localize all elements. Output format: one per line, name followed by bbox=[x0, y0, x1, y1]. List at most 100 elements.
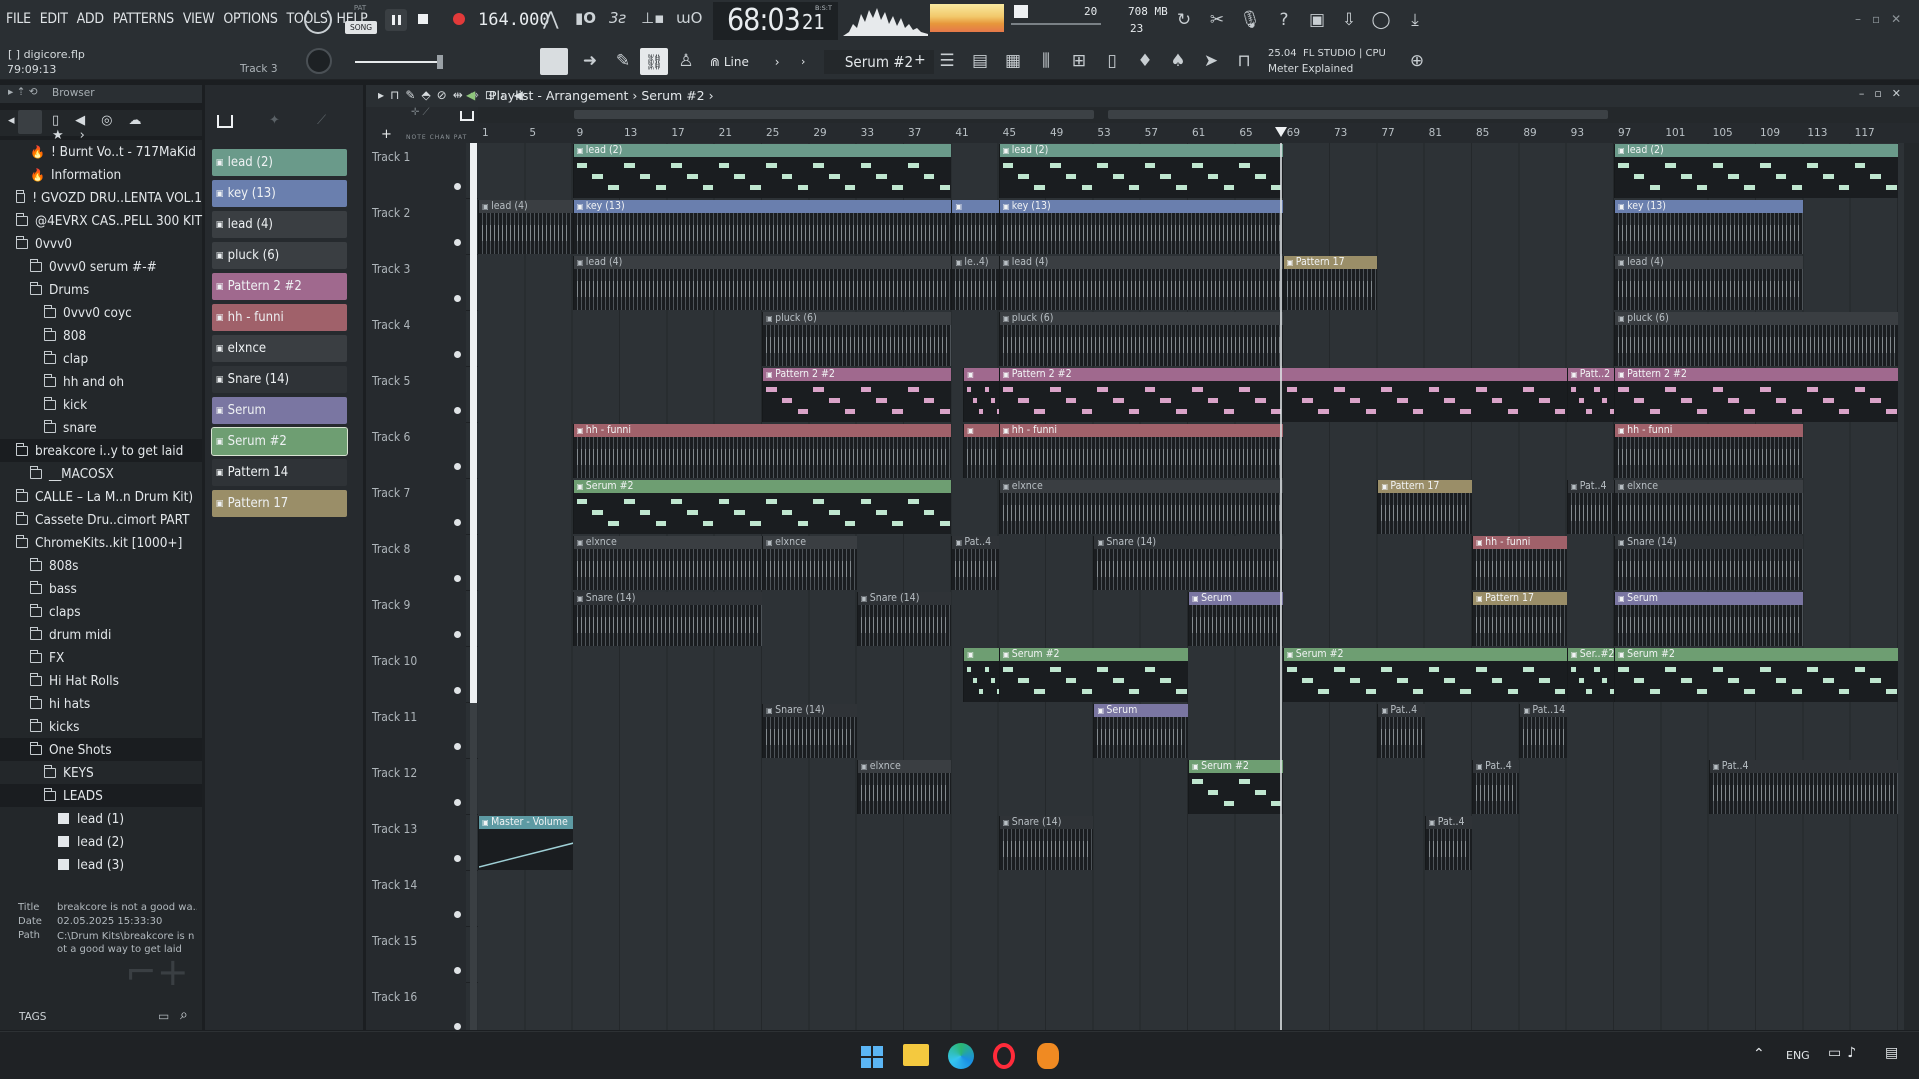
track-enable-dot[interactable] bbox=[454, 519, 461, 526]
playlist-window-controls[interactable]: –▫✕ bbox=[1859, 87, 1911, 100]
playlist-clip[interactable]: ▣ hh - funni bbox=[572, 424, 952, 478]
playlist-clip[interactable]: ▣ elxnce bbox=[572, 536, 762, 590]
playlist-clip[interactable]: ▣ Serum #2 bbox=[998, 648, 1188, 702]
browser-item[interactable]: Drums bbox=[0, 278, 202, 301]
picker-edit-icon[interactable]: ⟋ bbox=[317, 113, 326, 128]
notification-icon[interactable]: ▤ bbox=[1885, 1045, 1898, 1061]
browser-item[interactable]: __MACOSX bbox=[0, 462, 202, 485]
browser-item[interactable]: Hi Hat Rolls bbox=[0, 669, 202, 692]
browser-item[interactable]: KEYS bbox=[0, 761, 202, 784]
timeline-ruler[interactable]: 1 5 9 13 17 21 25 29 33 37 41 45 49 53 57 61 65 69 73 77 81 8… bbox=[478, 123, 1919, 143]
download-icon[interactable]: ⤓ bbox=[1402, 7, 1428, 33]
playlist-clip[interactable]: ▣ Pat..4 bbox=[1424, 816, 1472, 870]
playlist-clip[interactable]: ▣ Serum #2 bbox=[1282, 648, 1567, 702]
browser-item[interactable]: LEADS bbox=[0, 784, 202, 807]
chat-icon[interactable]: ◯ bbox=[1368, 7, 1394, 33]
menu-file[interactable]: FILE bbox=[6, 11, 31, 27]
playlist-clip[interactable]: ▣ Serum bbox=[1093, 704, 1188, 758]
piano-icon[interactable] bbox=[217, 115, 233, 128]
playlist-clip[interactable]: ▣ Snare (14) bbox=[762, 704, 857, 758]
browser-item[interactable]: ChromeKits..kit [1000+] bbox=[0, 531, 202, 554]
menu-edit[interactable]: EDIT bbox=[40, 11, 68, 27]
file-explorer-icon[interactable] bbox=[903, 1044, 929, 1066]
track-header[interactable]: Track 10 bbox=[366, 647, 477, 703]
playlist-clip[interactable]: ▣ bbox=[963, 368, 999, 422]
browser-item[interactable]: hh and oh bbox=[0, 370, 202, 393]
playlist-clip[interactable]: ▣ key (13) bbox=[1614, 200, 1804, 254]
playlist-clip[interactable]: ▣ Snare (14) bbox=[856, 592, 952, 646]
window-controls[interactable]: –▫✕ bbox=[1855, 12, 1912, 26]
playlist-clip[interactable]: ▣ Serum bbox=[1188, 592, 1283, 646]
browser-item[interactable]: claps bbox=[0, 600, 202, 623]
globe-icon[interactable]: ⊕ bbox=[1404, 48, 1430, 74]
track-enable-dot[interactable] bbox=[454, 575, 461, 582]
playhead-line[interactable] bbox=[1279, 143, 1282, 1030]
countdown-icon[interactable]: 3ƨ bbox=[609, 9, 626, 27]
menu-patterns[interactable]: PATTERNS bbox=[113, 11, 174, 27]
file-icon[interactable]: ▯ bbox=[1099, 48, 1125, 74]
browser-item[interactable]: lead (3) bbox=[0, 853, 202, 876]
browser-item[interactable]: 0vvv0 bbox=[0, 232, 202, 255]
pattern-item[interactable]: ▣ Pattern 17 bbox=[212, 490, 347, 517]
playlist-clip[interactable]: ▣ hh - funni bbox=[998, 424, 1283, 478]
playlist-clip[interactable]: ▣ Pattern 17 bbox=[1472, 592, 1567, 646]
track-enable-dot[interactable] bbox=[454, 463, 461, 470]
playlist-clip[interactable]: ▣ lead (2) bbox=[572, 144, 952, 198]
master-volume-knob[interactable] bbox=[306, 48, 332, 74]
browser-item[interactable]: ! GVOZD DRU..LENTA VOL.1 bbox=[0, 186, 202, 209]
playlist-clip[interactable]: ▣ elxnce bbox=[762, 536, 857, 590]
track-lane[interactable] bbox=[478, 983, 1919, 1030]
recording-clock-icon[interactable] bbox=[304, 6, 332, 34]
playlist-clip[interactable]: ▣ hh - funni bbox=[1614, 424, 1804, 478]
browser-collapse-icon[interactable]: ◂ bbox=[8, 113, 15, 128]
track-header[interactable]: Track 16 bbox=[366, 983, 477, 1030]
playlist-clip[interactable]: ▣ Snare (14) bbox=[572, 592, 762, 646]
track-enable-dot[interactable] bbox=[454, 631, 461, 638]
playlist-clip[interactable]: ▣ Pat..4 bbox=[1472, 760, 1520, 814]
arrow-right-icon[interactable]: ➜ bbox=[577, 48, 603, 74]
plugin-icon[interactable]: ♦ bbox=[1132, 48, 1158, 74]
track-header[interactable]: Track 6 bbox=[366, 423, 477, 479]
wait-input-icon[interactable]: ▮O bbox=[575, 9, 596, 27]
playlist-clip[interactable]: ▣ Snare (14) bbox=[1614, 536, 1804, 590]
playlist-clip[interactable]: ▣ Serum #2 bbox=[1188, 760, 1283, 814]
loop-record-icon[interactable]: ɯO bbox=[676, 9, 702, 27]
picker-mode-icon[interactable]: ✦ bbox=[269, 113, 280, 128]
track-enable-dot[interactable] bbox=[454, 799, 461, 806]
browser-item[interactable]: breakcore i..y to get laid bbox=[0, 439, 202, 462]
track-header[interactable]: Track 8 bbox=[366, 535, 477, 591]
track-enable-dot[interactable] bbox=[454, 351, 461, 358]
playlist-clip[interactable]: ▣ Serum bbox=[1614, 592, 1804, 646]
track-header[interactable]: Track 11 bbox=[366, 703, 477, 759]
playlist-clip[interactable]: ▣ Pat..4 bbox=[1566, 480, 1614, 534]
save-icon[interactable]: ▣ bbox=[1304, 7, 1330, 33]
microphone-icon[interactable]: 🎙 bbox=[1237, 7, 1263, 33]
browser-filter-icons[interactable]: ▯◀◎☁★› bbox=[52, 113, 202, 143]
pattern-item[interactable]: ▣ hh - funni bbox=[212, 304, 347, 331]
metronome-icon[interactable]: ⋀ bbox=[543, 8, 559, 30]
playhead-marker[interactable] bbox=[1274, 127, 1287, 137]
pattern-item[interactable]: ▣ key (13) bbox=[212, 180, 347, 207]
language-indicator[interactable]: ENG bbox=[1786, 1049, 1810, 1062]
browser-item[interactable]: 0vvv0 coyc bbox=[0, 301, 202, 324]
browser-item[interactable]: lead (2) bbox=[0, 830, 202, 853]
browser-item[interactable]: 🔥 Information bbox=[0, 163, 202, 186]
playlist-clip[interactable]: ▣ Snare (14) bbox=[998, 816, 1094, 870]
peak-meter[interactable] bbox=[930, 4, 1004, 32]
browser-nav-icons[interactable]: ▸ ⇡ ⟲ bbox=[8, 86, 38, 98]
track-enable-dot[interactable] bbox=[454, 239, 461, 246]
cut-tool-icon[interactable]: ✂ bbox=[1204, 7, 1230, 33]
playlist-clip[interactable]: ▣ elxnce bbox=[998, 480, 1283, 534]
track-header[interactable]: Track 3 bbox=[366, 255, 477, 311]
add-tag-icon[interactable]: ⌐+ bbox=[125, 950, 189, 994]
playlist-clip[interactable]: ▣ Pattern 17 bbox=[1377, 480, 1472, 534]
playlist-clip[interactable]: ▣ pluck (6) bbox=[1614, 312, 1898, 366]
scrollbar-thumb[interactable] bbox=[574, 110, 1094, 119]
news-panel[interactable]: 25.04 FL STUDIO | CPU bbox=[1268, 48, 1386, 59]
add-pattern-icon[interactable]: + bbox=[914, 52, 926, 68]
opera-browser-icon[interactable] bbox=[993, 1043, 1015, 1069]
playlist-clip[interactable]: ▣ lead (4) bbox=[478, 200, 573, 254]
playlist-clip[interactable]: ▣ Patt..2 bbox=[1566, 368, 1614, 422]
track-enable-dot[interactable] bbox=[454, 407, 461, 414]
tempo-display[interactable]: 164.000 bbox=[478, 10, 550, 30]
